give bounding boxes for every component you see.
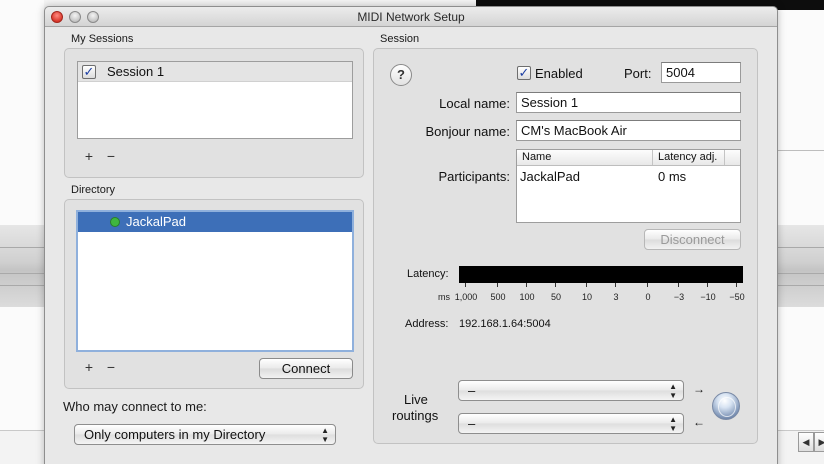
participants-label: Participants: — [438, 169, 510, 184]
directory-group: JackalPad + − Connect — [64, 199, 364, 389]
background-divider — [778, 150, 824, 151]
connect-button[interactable]: Connect — [259, 358, 353, 379]
directory-item-name: JackalPad — [126, 214, 186, 229]
local-name-label: Local name: — [439, 96, 510, 111]
participants-header: Name Latency adj. — [517, 150, 740, 166]
routing-in-value: – — [468, 383, 476, 398]
remove-directory-button[interactable]: − — [104, 360, 118, 374]
local-name-field[interactable]: Session 1 — [516, 92, 741, 113]
enabled-label: Enabled — [535, 66, 583, 81]
who-may-connect-popup[interactable]: Only computers in my Directory ▲ ▼ — [74, 424, 336, 445]
session-label: Session — [380, 33, 420, 45]
arrow-left-icon: ← — [693, 415, 705, 429]
latency-tick: 500 — [490, 292, 506, 302]
session-group: ? ✓ Enabled Port: 5004 Local name: Sessi… — [373, 48, 758, 444]
disconnect-button[interactable]: Disconnect — [644, 229, 741, 250]
midi-network-setup-window: MIDI Network Setup My Sessions ✓ Session… — [44, 6, 778, 464]
help-icon[interactable]: ? — [390, 64, 412, 86]
latency-tick: 50 — [550, 292, 561, 302]
list-item[interactable]: ✓ Session 1 — [78, 62, 352, 82]
window-title: MIDI Network Setup — [357, 10, 465, 24]
latency-tick: 100 — [519, 292, 535, 302]
enabled-checkbox[interactable]: ✓ — [517, 66, 531, 80]
status-dot-icon — [110, 217, 120, 227]
background-scroll-right-icon[interactable]: ▶ — [814, 432, 824, 452]
popup-arrows-icon: ▲ ▼ — [669, 415, 677, 433]
live-routings-label: Live — [404, 392, 428, 407]
background-track-strip — [778, 225, 824, 307]
participant-name: JackalPad — [520, 169, 580, 184]
arrow-right-icon: → — [693, 382, 705, 396]
latency-tick: −50 — [729, 292, 745, 302]
port-field[interactable]: 5004 — [661, 62, 741, 83]
who-may-connect-value: Only computers in my Directory — [84, 427, 266, 442]
popup-arrows-icon: ▲ ▼ — [321, 426, 329, 444]
bonjour-name-field[interactable]: CM's MacBook Air — [516, 120, 741, 141]
participants-table[interactable]: Name Latency adj. JackalPad 0 ms — [516, 149, 741, 223]
table-row[interactable]: JackalPad 0 ms — [517, 167, 740, 187]
session-enabled-checkbox[interactable]: ✓ — [82, 65, 96, 79]
latency-meter — [459, 266, 743, 283]
session-name: Session 1 — [107, 64, 165, 79]
latency-tick: 10 — [581, 292, 592, 302]
routing-in-popup[interactable]: – ▲ ▼ — [458, 380, 684, 401]
directory-label: Directory — [71, 184, 116, 196]
sessions-list[interactable]: ✓ Session 1 — [77, 61, 353, 139]
routing-out-value: – — [468, 416, 476, 431]
latency-unit: ms — [438, 292, 450, 302]
column-header-name[interactable]: Name — [522, 151, 551, 163]
latency-tick: 0 — [645, 292, 651, 302]
my-sessions-group: ✓ Session 1 + − — [64, 48, 364, 178]
list-item[interactable]: JackalPad — [78, 212, 352, 232]
latency-label: Latency: — [407, 268, 449, 280]
bonjour-name-label: Bonjour name: — [425, 124, 510, 139]
latency-tick: 3 — [613, 292, 619, 302]
latency-tick: 1,000 — [454, 292, 478, 302]
participant-latency: 0 ms — [658, 169, 687, 184]
directory-list[interactable]: JackalPad — [76, 210, 354, 352]
remove-session-button[interactable]: − — [104, 149, 118, 163]
address-label: Address: — [405, 318, 449, 330]
live-routings-label: routings — [392, 408, 439, 423]
globe-icon — [712, 392, 740, 420]
address-value: 192.168.1.64:5004 — [459, 318, 551, 330]
background-track-strip — [0, 225, 44, 307]
latency-tick: −10 — [700, 292, 716, 302]
background-scroll-left-icon[interactable]: ◀ — [798, 432, 814, 452]
routing-out-popup[interactable]: – ▲ ▼ — [458, 413, 684, 434]
latency-scale — [459, 283, 743, 288]
latency-tick: −3 — [673, 292, 685, 302]
background-bottom-bar — [0, 430, 44, 464]
port-label: Port: — [624, 66, 652, 81]
titlebar: MIDI Network Setup — [45, 7, 777, 27]
column-header-latency[interactable]: Latency adj. — [658, 151, 717, 163]
popup-arrows-icon: ▲ ▼ — [669, 382, 677, 400]
add-session-button[interactable]: + — [82, 149, 96, 163]
who-may-connect-label: Who may connect to me: — [63, 399, 207, 414]
my-sessions-label: My Sessions — [71, 33, 134, 45]
add-directory-button[interactable]: + — [82, 360, 96, 374]
